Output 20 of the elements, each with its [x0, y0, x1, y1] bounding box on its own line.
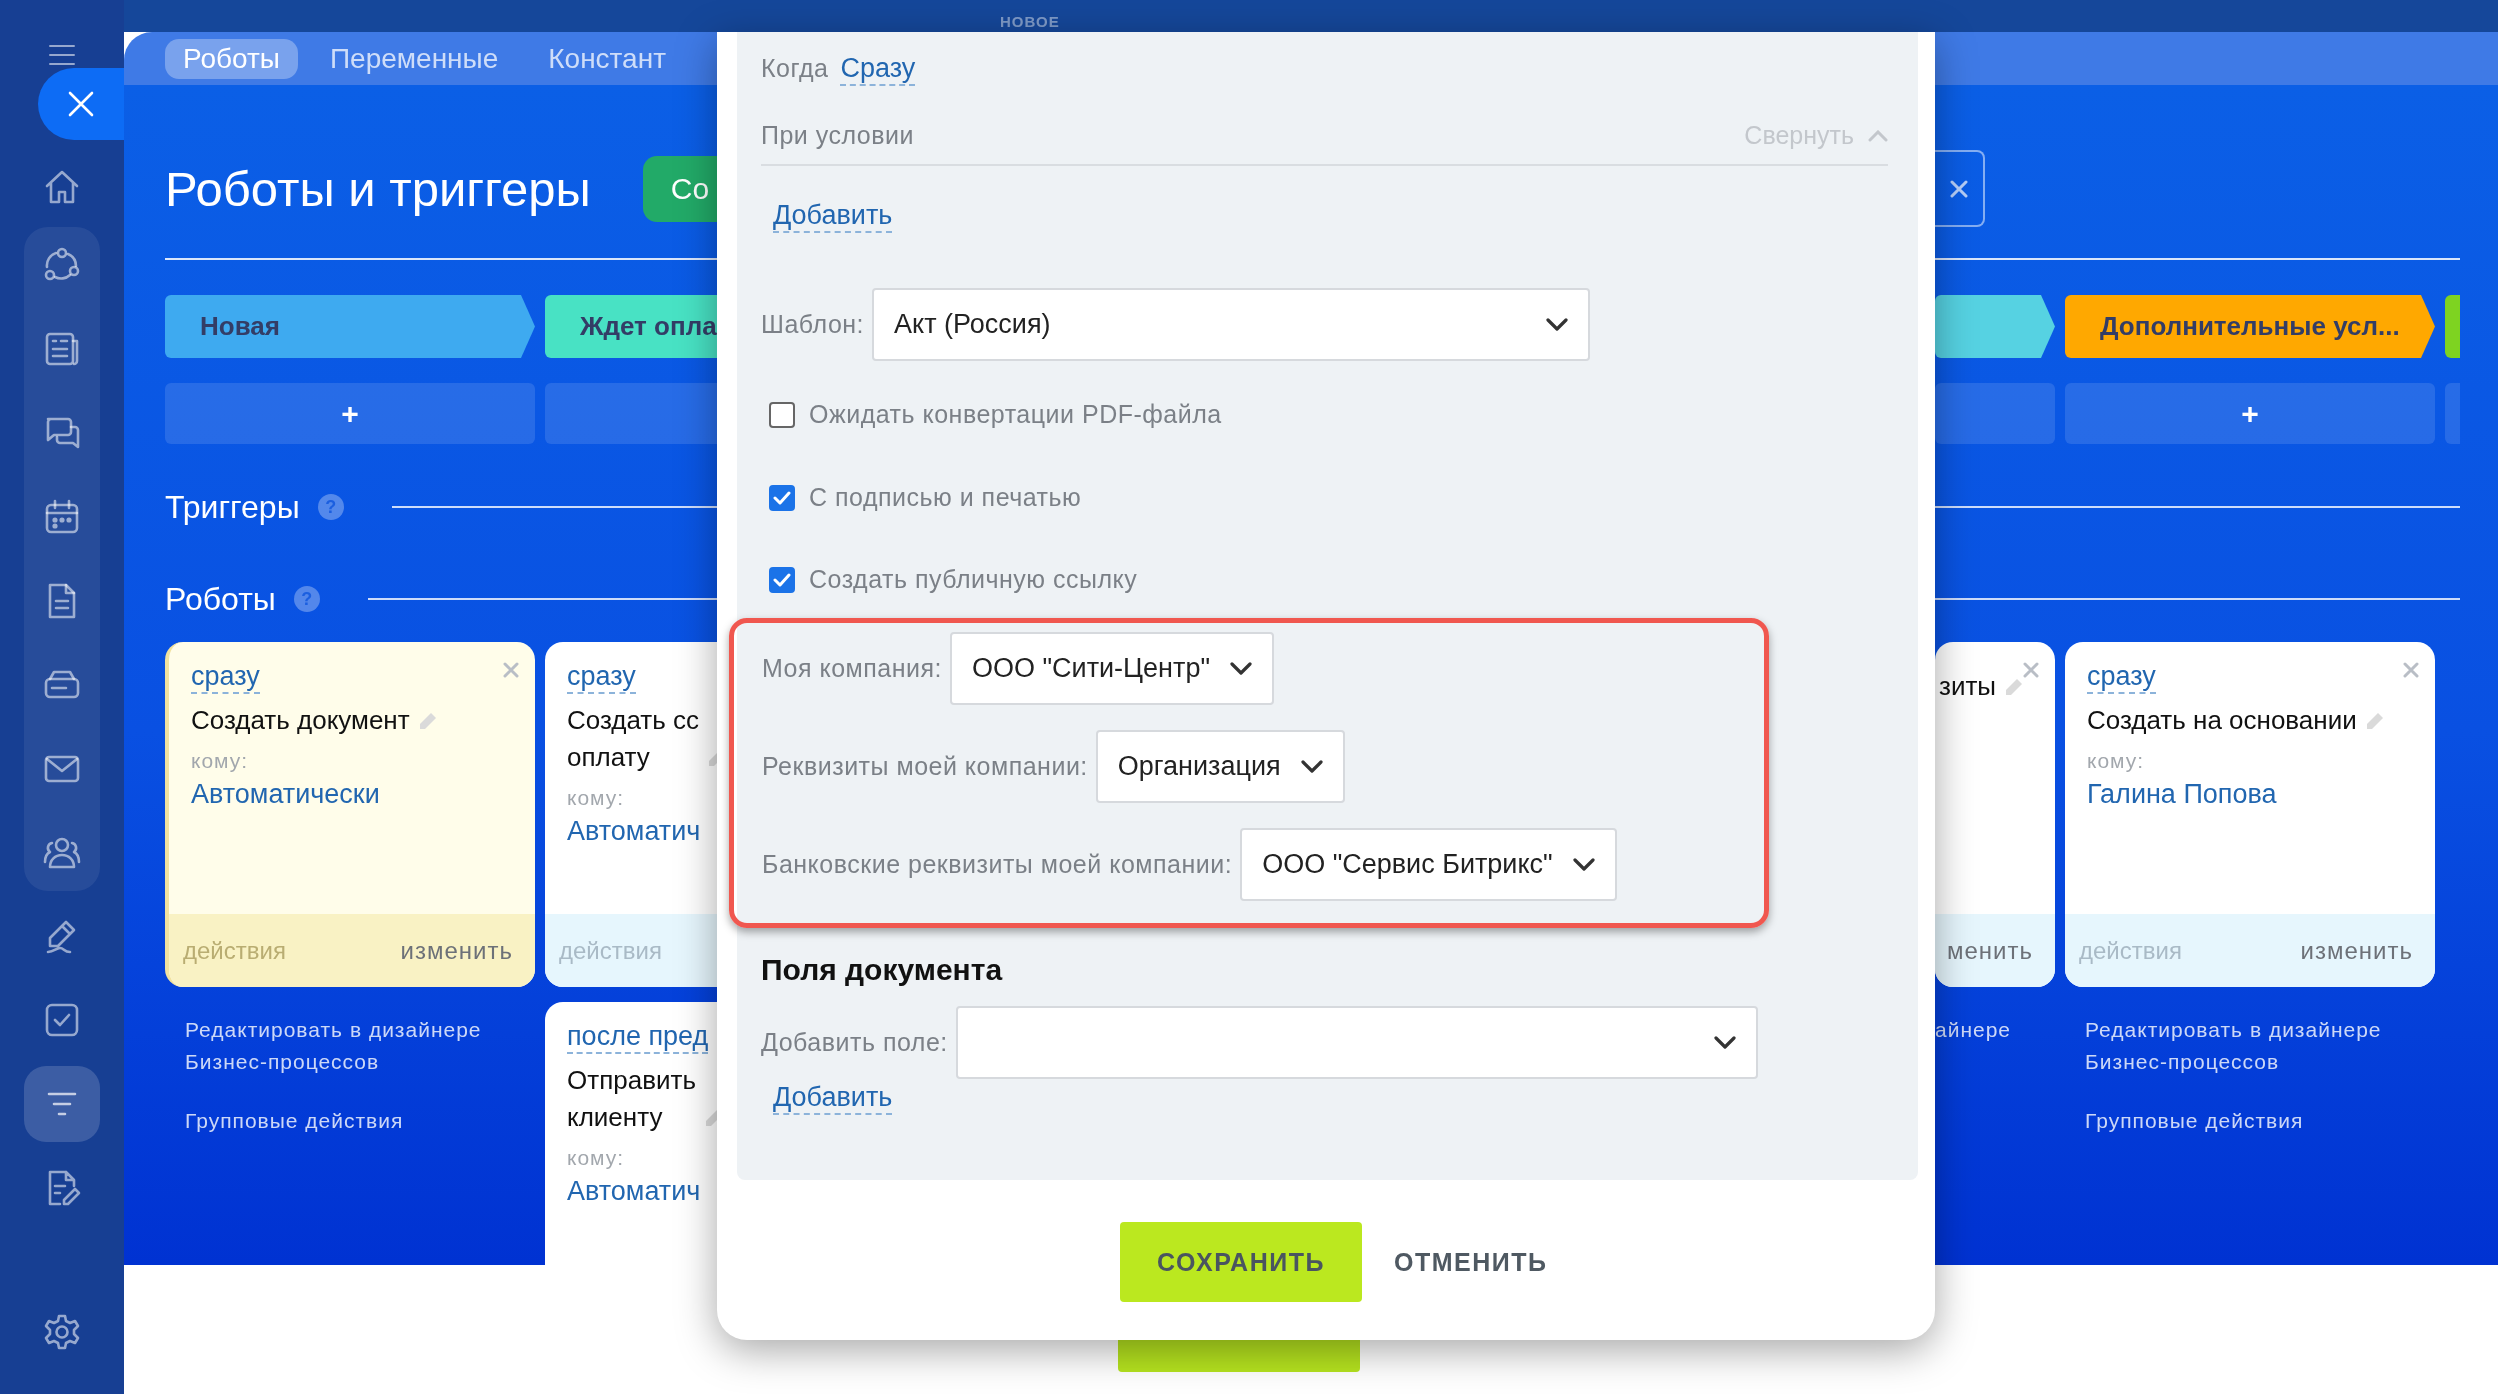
checkbox-label: Ожидать конвертации PDF-файла — [809, 400, 1222, 429]
new-label: НОВОЕ — [1000, 12, 1060, 32]
robot-title: Отправить клиенту — [567, 1064, 696, 1134]
section-heading: Роботы — [165, 580, 276, 618]
recipient-label: кому: — [2087, 749, 2145, 773]
robot-title: зиты — [1939, 670, 1997, 703]
robot-title: Создать на основании — [2087, 704, 2357, 737]
recipient-label: кому: — [567, 786, 625, 810]
checkbox-label: С подписью и печатью — [809, 483, 1082, 512]
robot-title: Создать сс оплату — [567, 704, 700, 774]
recipient-label: кому: — [191, 749, 249, 773]
condition-label: При условии — [761, 121, 914, 150]
field-label: Шаблон: — [761, 310, 865, 339]
robot-title: Создать документ — [191, 704, 410, 737]
recipient-label: кому: — [567, 1146, 625, 1170]
page-title: Роботы и триггеры — [165, 160, 591, 217]
checkbox-label: Создать публичную ссылку — [809, 565, 1138, 594]
field-label: Добавить поле: — [761, 1028, 948, 1057]
when-label: Когда — [761, 54, 829, 83]
section-heading: Триггеры — [165, 488, 300, 526]
